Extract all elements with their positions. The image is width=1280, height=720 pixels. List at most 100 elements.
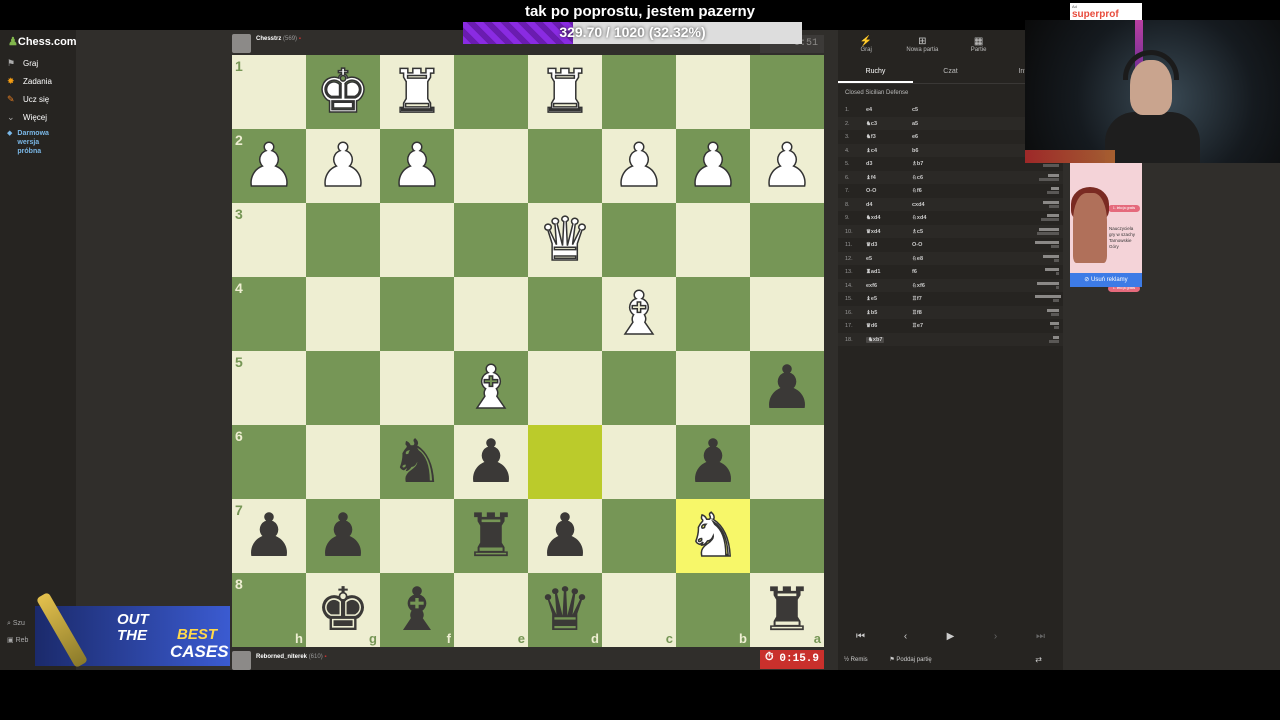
white-move[interactable]: ♜ad1 [866, 269, 880, 275]
white-move[interactable]: e4 [866, 107, 872, 113]
board-square[interactable]: ♟ [380, 129, 454, 203]
white-move[interactable]: e5 [866, 256, 872, 262]
black-knight-icon[interactable]: ♞ [380, 427, 454, 497]
tab-new-game[interactable]: ⊞ Nowa partia [894, 30, 950, 60]
draw-button[interactable]: ½ Remis [844, 657, 878, 663]
tab-games[interactable]: ▦ Partie [951, 30, 1007, 60]
board-square[interactable]: 7 ♟ [232, 499, 306, 573]
tab-chat[interactable]: Czat [913, 62, 988, 83]
board-square[interactable] [528, 351, 602, 425]
white-move[interactable]: ♞f3 [866, 134, 876, 140]
remove-ads-button[interactable]: ⊘ Usuń reklamy [1070, 273, 1142, 287]
board-square[interactable] [602, 203, 676, 277]
board-square[interactable]: ♟ [306, 129, 380, 203]
board-square[interactable]: g ♚ [306, 573, 380, 647]
board-square[interactable]: ♞ [676, 499, 750, 573]
last-move-button[interactable]: ⏭ [1021, 625, 1061, 651]
board-square[interactable]: a ♜ [750, 573, 824, 647]
black-pawn-icon[interactable]: ♟ [676, 427, 750, 497]
board-square[interactable] [454, 277, 528, 351]
board-square[interactable] [528, 425, 602, 499]
sidebar-item-learn[interactable]: ✎ Ucz się [7, 94, 49, 105]
white-move[interactable]: d3 [866, 161, 872, 167]
top-player-name[interactable]: Chesstrz (569) ▪ [256, 36, 301, 42]
board-square[interactable] [602, 351, 676, 425]
board-square[interactable]: ♟ [676, 425, 750, 499]
board-square[interactable] [528, 129, 602, 203]
board-square[interactable]: f ♝ [380, 573, 454, 647]
white-move[interactable]: exf6 [866, 283, 877, 289]
black-king-icon[interactable]: ♚ [306, 575, 380, 645]
board-square[interactable]: ♟ [602, 129, 676, 203]
black-move[interactable]: f6 [912, 269, 917, 275]
black-pawn-icon[interactable]: ♟ [750, 353, 824, 423]
board-square[interactable]: 8h [232, 573, 306, 647]
board-square[interactable]: 5 [232, 351, 306, 425]
board-square[interactable] [676, 55, 750, 129]
white-bishop-icon[interactable]: ♝ [602, 278, 676, 350]
resign-button[interactable]: ⚑ Poddaj partię [889, 657, 941, 663]
board-square[interactable]: 3 [232, 203, 306, 277]
black-move[interactable]: cxd4 [912, 202, 925, 208]
board-square[interactable] [602, 499, 676, 573]
board-square[interactable]: ♟ [306, 499, 380, 573]
board-square[interactable] [750, 499, 824, 573]
white-pawn-icon[interactable]: ♟ [676, 130, 750, 202]
black-queen-icon[interactable]: ♛ [528, 575, 602, 645]
black-rook-icon[interactable]: ♜ [454, 501, 528, 571]
white-move[interactable]: ♛d3 [866, 242, 877, 248]
white-king-icon[interactable]: ♚ [306, 56, 380, 128]
white-pawn-icon[interactable]: ♟ [750, 130, 824, 202]
sidebar-item-puzzles[interactable]: ✸ Zadania [7, 76, 52, 87]
board-square[interactable] [306, 203, 380, 277]
black-move[interactable]: ♘xd4 [912, 215, 926, 221]
board-square[interactable] [454, 129, 528, 203]
avatar[interactable] [232, 651, 251, 670]
board-square[interactable]: 2 ♟ [232, 129, 306, 203]
board-square[interactable]: ♜ [454, 499, 528, 573]
black-pawn-icon[interactable]: ♟ [232, 501, 306, 571]
white-move[interactable]: ♝e5 [866, 296, 877, 302]
board-square[interactable] [380, 277, 454, 351]
board-square[interactable]: ♛ [528, 203, 602, 277]
board-square[interactable] [602, 425, 676, 499]
board-square[interactable]: c [602, 573, 676, 647]
sidebar-item-more[interactable]: ⌄ Więcej [7, 112, 47, 123]
white-move[interactable]: ♛d6 [866, 323, 877, 329]
white-move[interactable]: ♝c4 [866, 148, 877, 154]
board-square[interactable]: ♟ [454, 425, 528, 499]
board-square[interactable]: ♜ [380, 55, 454, 129]
white-pawn-icon[interactable]: ♟ [232, 130, 306, 202]
board-square[interactable]: ♚ [306, 55, 380, 129]
board-square[interactable]: b [676, 573, 750, 647]
board-square[interactable] [454, 55, 528, 129]
board-square[interactable]: ♜ [528, 55, 602, 129]
white-rook-icon[interactable]: ♜ [380, 56, 454, 128]
black-move[interactable]: ♘f6 [912, 188, 922, 194]
board-square[interactable] [380, 499, 454, 573]
white-queen-icon[interactable]: ♛ [528, 204, 602, 276]
black-move[interactable]: e6 [912, 134, 918, 140]
black-move[interactable]: ♖f7 [912, 296, 922, 302]
board-square[interactable]: ♟ [750, 129, 824, 203]
bottom-player-name[interactable]: Reborned_niterek (610) ▪ [256, 654, 327, 660]
tab-moves[interactable]: Ruchy [838, 62, 913, 83]
avatar[interactable] [232, 34, 251, 53]
board-square[interactable] [676, 351, 750, 425]
black-rook-icon[interactable]: ♜ [750, 575, 824, 645]
white-move[interactable]: ♝f4 [866, 175, 876, 181]
black-move[interactable]: b6 [912, 148, 918, 154]
black-pawn-icon[interactable]: ♟ [306, 501, 380, 571]
board-square[interactable]: ♟ [750, 351, 824, 425]
play-button[interactable]: ▶ [931, 625, 971, 651]
white-pawn-icon[interactable]: ♟ [306, 130, 380, 202]
white-rook-icon[interactable]: ♜ [528, 56, 602, 128]
board-square[interactable]: ♟ [528, 499, 602, 573]
white-move[interactable]: ♛xd4 [866, 229, 880, 235]
board-square[interactable] [528, 277, 602, 351]
board-square[interactable]: e [454, 573, 528, 647]
sidebar-search[interactable]: ⌕ Szu [7, 620, 25, 628]
black-pawn-icon[interactable]: ♟ [454, 427, 528, 497]
first-move-button[interactable]: ⏮ [841, 625, 881, 651]
black-move[interactable]: ♖f8 [912, 310, 922, 316]
